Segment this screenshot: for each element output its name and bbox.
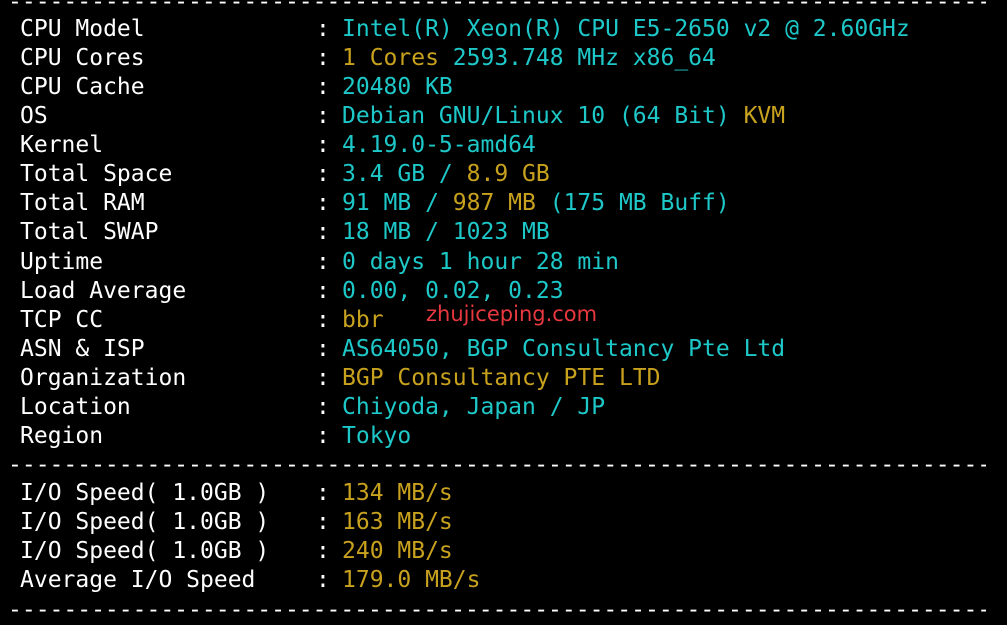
- row-label: I/O Speed( 1.0GB ): [20, 509, 270, 536]
- row-value: 134 MB/s: [342, 479, 453, 508]
- row-value: 240 MB/s: [342, 537, 453, 566]
- row-colon: :: [316, 45, 330, 72]
- row-value: 3.4 GB / 8.9 GB: [342, 160, 550, 189]
- bottom-divider: [8, 596, 986, 625]
- value-segment: 240 MB/s: [342, 538, 453, 565]
- row-value: Intel(R) Xeon(R) CPU E5-2650 v2 @ 2.60GH…: [342, 15, 910, 44]
- value-segment: Debian GNU/Linux 10 (64 Bit): [342, 103, 730, 130]
- row-label: Load Average: [20, 277, 187, 304]
- row-colon: :: [316, 248, 330, 275]
- row-colon: :: [316, 335, 330, 362]
- value-segment: 987 MB: [452, 190, 536, 217]
- row-colon: :: [316, 538, 330, 565]
- row-label: CPU Model: [20, 16, 145, 42]
- row-label: Uptime: [20, 248, 104, 275]
- row-label: Total Space: [20, 161, 173, 188]
- row-colon: :: [316, 190, 330, 217]
- row-value: 0 days 1 hour 28 min: [342, 248, 619, 277]
- row-label: Total RAM: [20, 190, 145, 217]
- row-colon: :: [316, 16, 330, 42]
- row-value: Tokyo: [342, 422, 411, 451]
- value-segment: 163 MB/s: [342, 509, 453, 536]
- row-colon: :: [316, 480, 330, 506]
- row-colon: :: [316, 219, 330, 246]
- row-label: CPU Cores: [20, 45, 145, 72]
- row-colon: :: [316, 393, 330, 420]
- row-value: bbr: [342, 306, 384, 335]
- value-segment: 20480 KB: [342, 74, 453, 101]
- row-label: Average I/O Speed: [20, 567, 256, 594]
- value-segment: 91 MB /: [342, 190, 453, 217]
- value-segment: KVM: [729, 103, 786, 130]
- row-label: CPU Cache: [20, 74, 145, 101]
- row-colon: :: [316, 509, 330, 536]
- value-segment: Tokyo: [342, 422, 412, 449]
- row-colon: :: [316, 161, 330, 188]
- row-label: Location: [20, 393, 131, 420]
- value-segment: 18 MB / 1023 MB: [342, 219, 550, 246]
- value-segment: 179.0 MB/s: [342, 567, 481, 594]
- value-segment: 134 MB/s: [342, 480, 453, 506]
- row-label: I/O Speed( 1.0GB ): [20, 480, 270, 506]
- value-segment: (175 MB Buff): [535, 190, 730, 217]
- row-value: 91 MB / 987 MB (175 MB Buff): [342, 189, 730, 218]
- value-segment: 2593.748 MHz x86_64: [438, 45, 716, 72]
- row-label: Organization: [20, 364, 187, 391]
- value-segment: 4.19.0-5-amd64: [342, 132, 536, 159]
- row-label: Kernel: [20, 132, 104, 159]
- watermark-text: zhujiceping.com: [426, 302, 598, 326]
- value-segment: BGP Consultancy PTE LTD: [342, 364, 661, 391]
- row-label: Region: [20, 422, 104, 449]
- row-colon: :: [316, 277, 330, 304]
- row-label: TCP CC: [20, 306, 104, 333]
- row-label: ASN & ISP: [20, 335, 145, 362]
- row-value: 179.0 MB/s: [342, 566, 480, 595]
- row-colon: :: [316, 364, 330, 391]
- middle-divider: [8, 451, 986, 480]
- row-colon: :: [316, 74, 330, 101]
- value-segment: bbr: [342, 306, 384, 333]
- value-segment: AS64050, BGP Consultancy Pte Ltd: [342, 335, 786, 362]
- row-value: BGP Consultancy PTE LTD: [342, 364, 661, 393]
- row-value: 163 MB/s: [342, 508, 453, 537]
- row-label: Total SWAP: [20, 219, 159, 246]
- value-segment: 8.9 GB: [466, 161, 550, 188]
- row-colon: :: [316, 306, 330, 333]
- row-colon: :: [316, 567, 330, 594]
- value-segment: 1 Cores: [342, 45, 439, 72]
- row-value: Debian GNU/Linux 10 (64 Bit) KVM: [342, 102, 785, 131]
- value-segment: Intel(R) Xeon(R) CPU E5-2650 v2 @ 2.60GH…: [342, 16, 910, 42]
- row-value: 4.19.0-5-amd64: [342, 131, 536, 160]
- terminal-window: CPU Model: Intel(R) Xeon(R) CPU E5-2650 v…: [0, 0, 1007, 614]
- row-value: 20480 KB: [342, 73, 453, 102]
- value-segment: 0.00, 0.02, 0.23: [342, 277, 564, 304]
- value-segment: 3.4 GB /: [342, 161, 467, 188]
- value-segment: Chiyoda, Japan / JP: [342, 393, 606, 420]
- row-label: OS: [20, 103, 48, 130]
- row-value: 18 MB / 1023 MB: [342, 218, 550, 247]
- row-value: AS64050, BGP Consultancy Pte Ltd: [342, 335, 785, 364]
- row-label: I/O Speed( 1.0GB ): [20, 538, 270, 565]
- row-colon: :: [316, 103, 330, 130]
- row-colon: :: [316, 422, 330, 449]
- row-value: 1 Cores 2593.748 MHz x86_64: [342, 44, 716, 73]
- value-segment: 0 days 1 hour 28 min: [342, 248, 619, 275]
- row-value: Chiyoda, Japan / JP: [342, 393, 605, 422]
- row-colon: :: [316, 132, 330, 159]
